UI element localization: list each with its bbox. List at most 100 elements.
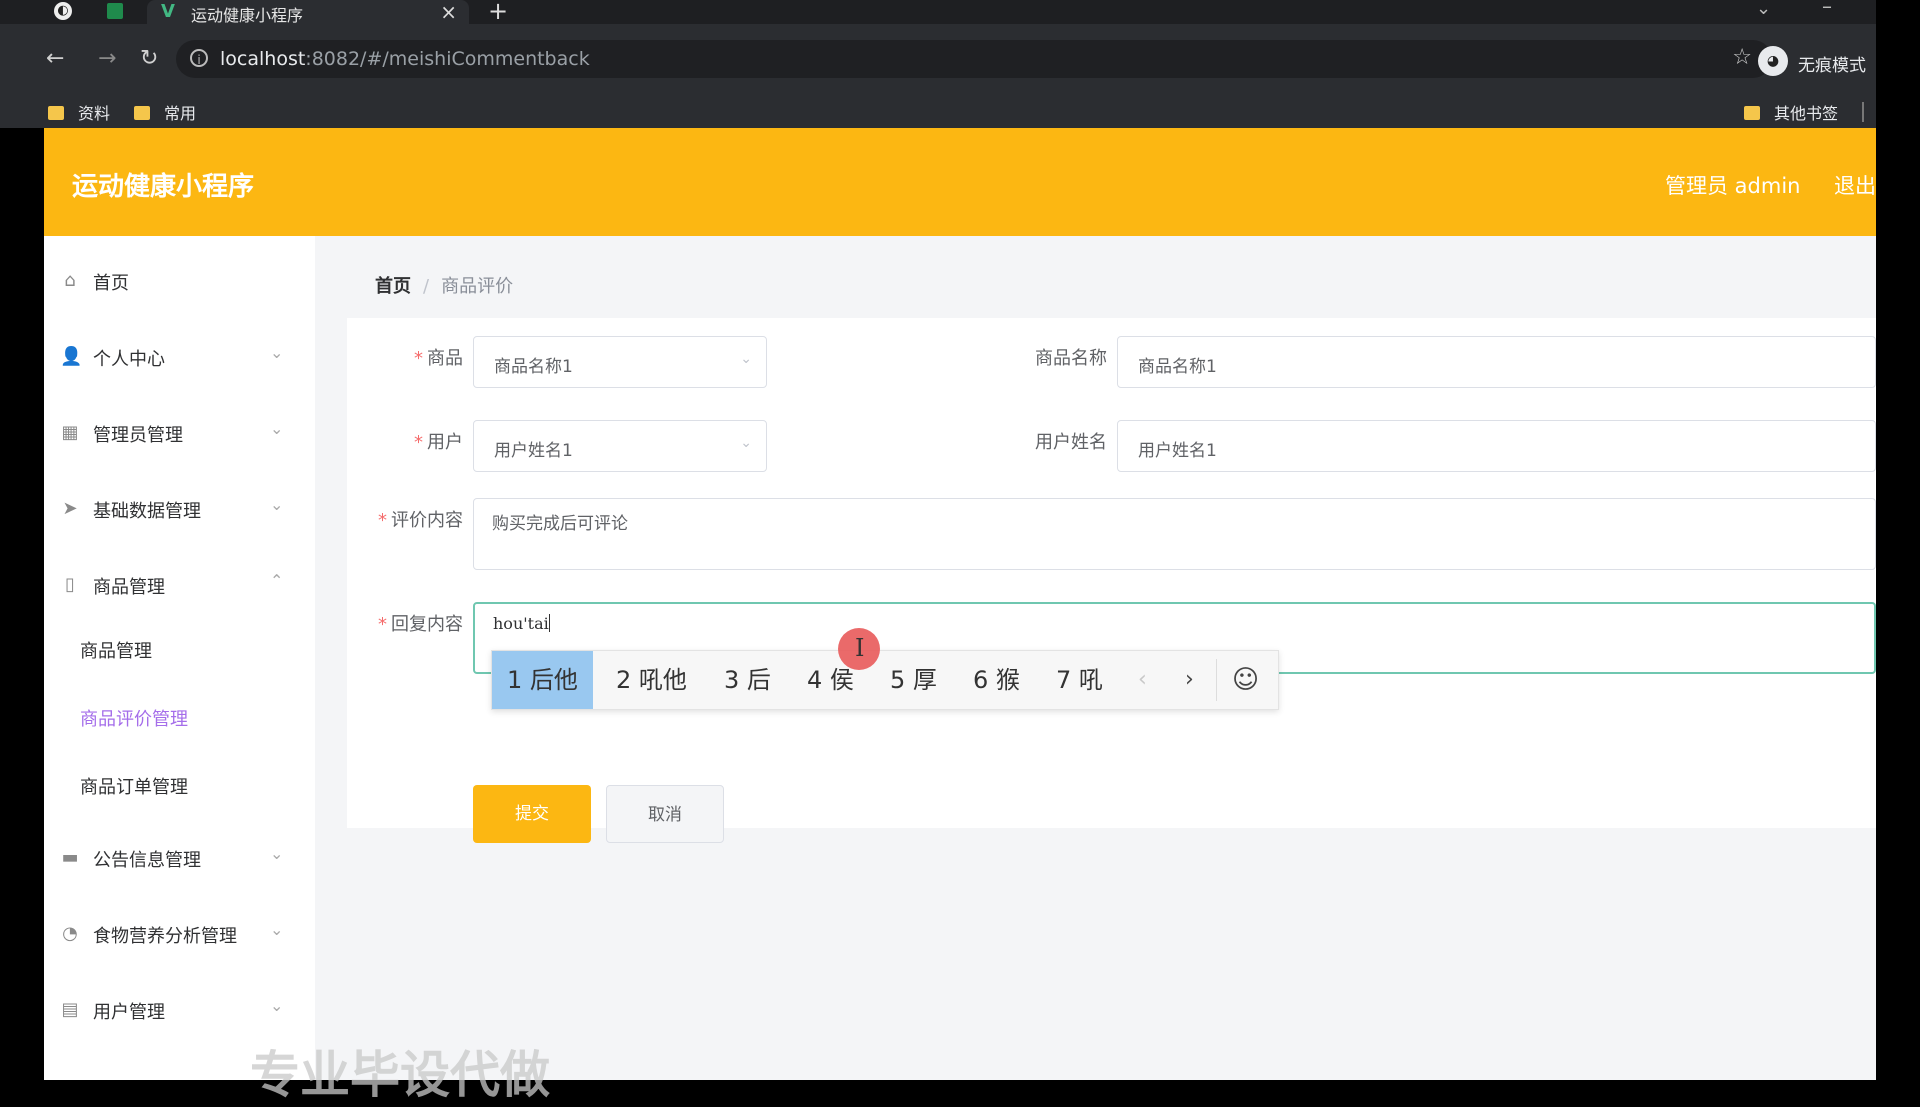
breadcrumb-separator: / [423, 276, 430, 297]
ime-candidate[interactable]: 7 吼 [1056, 651, 1103, 709]
forward-icon[interactable]: → [98, 46, 116, 71]
tab-search-chevron-icon[interactable]: ⌄ [1756, 0, 1771, 19]
sidebar-subitem-goods[interactable]: 商品管理 [44, 622, 315, 678]
ime-prev-page-icon[interactable]: ‹ [1138, 651, 1147, 709]
incognito-icon[interactable]: ◕ [1758, 46, 1788, 76]
minimize-icon[interactable]: – [1822, 0, 1832, 18]
app-header: 运动健康小程序 管理员 admin 退出 [44, 128, 1876, 236]
sidebar-subitem-goods-orders[interactable]: 商品订单管理 [44, 758, 315, 814]
site-info-icon[interactable]: i [190, 49, 208, 67]
required-mark: * [414, 432, 423, 453]
back-icon[interactable]: ← [46, 46, 64, 71]
folder-icon [134, 106, 150, 120]
ime-candidate[interactable]: 3 后 [724, 651, 771, 709]
ime-next-page-icon[interactable]: › [1185, 651, 1194, 709]
other-bookmarks[interactable]: 其他书签 [1744, 100, 1838, 124]
reload-icon[interactable]: ↻ [140, 46, 158, 71]
app-title: 运动健康小程序 [72, 172, 255, 202]
reply-typed-text: hou'tai [493, 614, 549, 633]
chat-icon: ▤ [61, 999, 79, 1020]
cancel-button[interactable]: 取消 [606, 785, 724, 843]
folder-icon [1744, 106, 1760, 120]
goods-select[interactable]: 商品名称1 ⌄ [473, 336, 767, 388]
comment-textarea[interactable]: 购买完成后可评论 [473, 498, 1876, 570]
current-user: 管理员 admin [1665, 174, 1801, 198]
ime-candidate[interactable]: 1 后他 [492, 651, 593, 709]
bookmark-folder-common[interactable]: 常用 [134, 100, 196, 124]
sidebar-item-profile[interactable]: 👤 个人中心 ⌄ [44, 328, 315, 388]
ime-divider [1216, 659, 1217, 701]
vue-icon: V [161, 1, 175, 22]
bookmark-star-icon[interactable]: ☆ [1732, 45, 1752, 70]
goods-name-label: 商品名称 [1035, 348, 1107, 369]
grid-icon: ▦ [61, 422, 79, 443]
tab-title: 运动健康小程序 [191, 6, 304, 25]
sidebar-item-admins[interactable]: ▦ 管理员管理 ⌄ [44, 404, 315, 464]
bookmarks-divider [1862, 102, 1864, 122]
sidebar-item-home[interactable]: ⌂ 首页 [44, 252, 315, 312]
sidebar-item-label: 首页 [93, 273, 129, 294]
gauge-icon: ◔ [62, 923, 78, 944]
ime-candidate[interactable]: 5 厚 [890, 651, 937, 709]
bookmark-folder-data[interactable]: 资料 [48, 100, 110, 124]
chevron-down-icon: ⌄ [740, 435, 752, 451]
bookmarks-bar: 资料 常用 其他书签 [0, 96, 1876, 128]
user-icon: 👤 [60, 346, 83, 367]
browser-tab-bar: ◐ V 运动健康小程序 × + ⌄ – [0, 0, 1876, 25]
chevron-down-icon: ⌄ [270, 343, 284, 362]
goods-name-field[interactable]: 商品名称1 [1117, 336, 1876, 388]
sidebar-item-nutrition[interactable]: ◔ 食物营养分析管理 ⌄ [44, 905, 315, 965]
sidebar-item-users[interactable]: ▤ 用户管理 ⌄ [44, 981, 315, 1041]
text-cursor-icon: I [855, 634, 865, 662]
user-select[interactable]: 用户姓名1 ⌄ [473, 420, 767, 472]
sheet-tab-icon[interactable] [107, 3, 123, 19]
sidebar-item-label: 用户管理 [93, 1002, 165, 1023]
chevron-down-icon: ⌄ [270, 495, 284, 514]
chevron-down-icon: ⌄ [270, 419, 284, 438]
logout-link[interactable]: 退出 [1834, 170, 1876, 200]
text-caret [548, 614, 550, 632]
sidebar-item-label: 商品管理 [93, 577, 165, 598]
sidebar-item-label: 个人中心 [93, 349, 165, 370]
user-name-value: 用户姓名1 [1138, 441, 1217, 461]
sidebar-item-goods[interactable]: ▯ 商品管理 ⌃ [44, 556, 315, 616]
overlay-caption: 专业毕设代做 [250, 1046, 550, 1104]
reply-label: * 回复内容 [378, 614, 463, 635]
browser-toolbar: ← → ↻ i localhost:8082/#/meishiCommentba… [0, 24, 1876, 96]
incognito-label[interactable]: 无痕模式 [1798, 51, 1866, 76]
chevron-down-icon: ⌄ [270, 996, 284, 1015]
sidebar-item-label: 基础数据管理 [93, 501, 201, 522]
required-mark: * [378, 510, 387, 531]
sidebar: ⌂ 首页 👤 个人中心 ⌄ ▦ 管理员管理 ⌄ ➤ 基础数据管理 ⌄ ▯ 商品管… [44, 236, 315, 1080]
url-text[interactable]: localhost:8082/#/meishiCommentback [220, 48, 590, 70]
chevron-down-icon: ⌄ [270, 844, 284, 863]
sidebar-subitem-goods-comments[interactable]: 商品评价管理 [44, 690, 315, 746]
close-tab-icon[interactable]: × [440, 0, 457, 24]
user-name-label: 用户姓名 [1035, 432, 1107, 453]
comment-label: * 评价内容 [378, 510, 463, 531]
new-tab-icon[interactable]: + [488, 0, 508, 25]
active-tab[interactable]: V 运动健康小程序 × [147, 0, 469, 25]
sidebar-item-label: 管理员管理 [93, 425, 183, 446]
reply-value: hou'tai [493, 614, 550, 634]
breadcrumb-current: 商品评价 [441, 276, 514, 297]
breadcrumb-home[interactable]: 首页 [375, 276, 411, 297]
address-bar[interactable]: i localhost:8082/#/meishiCommentback ☆ [176, 40, 1772, 78]
app-window: 运动健康小程序 管理员 admin 退出 ⌂ 首页 👤 个人中心 ⌄ ▦ 管理员… [44, 128, 1876, 1080]
ime-candidate-window: 1 后他 2 吼他 3 后 4 侯 5 厚 6 猴 7 吼 ‹ › ☺ [491, 650, 1279, 710]
sidebar-subitem-label: 商品订单管理 [80, 777, 188, 798]
ime-candidate[interactable]: 6 猴 [973, 651, 1020, 709]
phone-icon: ▯ [65, 574, 75, 595]
required-mark: * [378, 614, 387, 635]
briefcase-icon: ▬ [61, 847, 79, 868]
ime-candidate[interactable]: 2 吼他 [616, 651, 687, 709]
comment-value: 购买完成后可评论 [492, 514, 628, 534]
home-icon: ⌂ [64, 270, 76, 291]
app-icon[interactable]: ◐ [54, 2, 72, 20]
emoji-icon[interactable]: ☺ [1232, 651, 1259, 709]
required-mark: * [414, 348, 423, 369]
user-name-field[interactable]: 用户姓名1 [1117, 420, 1876, 472]
submit-button[interactable]: 提交 [473, 785, 591, 843]
sidebar-item-notices[interactable]: ▬ 公告信息管理 ⌄ [44, 829, 315, 889]
sidebar-item-basedata[interactable]: ➤ 基础数据管理 ⌄ [44, 480, 315, 540]
